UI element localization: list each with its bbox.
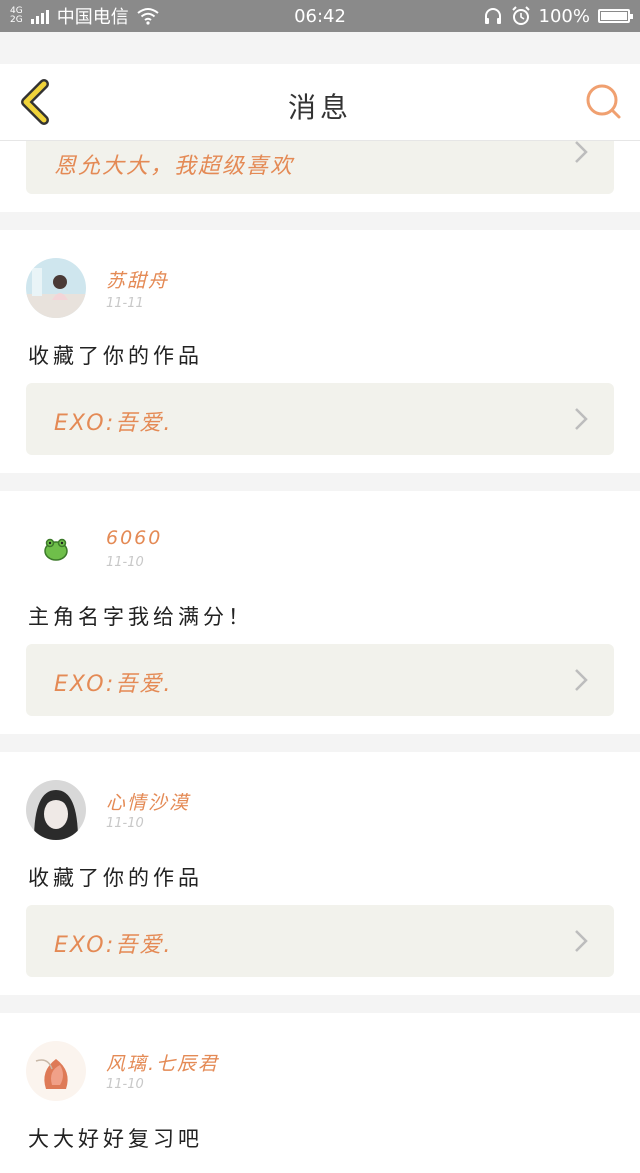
network-type-bottom: 2G [10,15,23,25]
chevron-right-icon [575,408,588,430]
page-title: 消息 [287,91,352,124]
message-card-partial: 恩允大大，我超级喜欢 [0,140,640,212]
status-bar-left: 4G 2G 中国电信 [10,3,159,29]
user-avatar[interactable] [26,258,86,318]
chevron-right-icon [575,669,588,691]
user-name[interactable]: 苏甜舟 [106,266,169,293]
work-reference-title: 恩允大大，我超级喜欢 [54,154,295,179]
alarm-icon [511,6,530,25]
carrier-name: 中国电信 [56,7,129,28]
message-content: 收藏了你的作品 [28,866,203,890]
work-reference-title: EXO:吾爱. [54,672,173,697]
signal-icon [30,8,49,24]
user-avatar[interactable] [26,1041,86,1101]
work-reference-title: EXO:吾爱. [54,933,173,958]
headphones-icon [484,8,501,24]
work-reference-link[interactable]: EXO:吾爱. [26,644,614,716]
user-name[interactable]: 心情沙漠 [106,788,190,815]
message-date: 11-11 [106,296,144,311]
message-card: 心情沙漠 11-10 收藏了你的作品 EXO:吾爱. [0,752,640,995]
work-reference-title: EXO:吾爱. [54,411,173,436]
header-bar: 消息 [0,64,640,141]
battery-percent: 100% [538,5,590,27]
message-card: 苏甜舟 11-11 收藏了你的作品 EXO:吾爱. [0,230,640,473]
message-card: 6060 11-10 主角名字我给满分！ EXO:吾爱. [0,491,640,734]
message-card: 风璃.七辰君 11-10 大大好好复习吧 [0,1013,640,1173]
work-reference-link[interactable]: 恩允大大，我超级喜欢 [26,140,614,194]
user-name[interactable]: 风璃.七辰君 [106,1049,219,1076]
work-reference-link[interactable]: EXO:吾爱. [26,383,614,455]
chevron-right-icon [575,930,588,952]
user-avatar[interactable] [26,780,86,840]
message-content: 收藏了你的作品 [28,344,203,368]
network-type: 4G 2G [10,7,23,25]
message-date: 11-10 [106,555,144,570]
user-avatar[interactable] [26,517,86,577]
message-date: 11-10 [106,1077,144,1092]
message-feed: 恩允大大，我超级喜欢 苏甜舟 11-11 收藏了你的作品 EXO:吾爱. 606… [0,140,640,1173]
message-content: 主角名字我给满分！ [28,605,253,629]
wifi-icon [137,8,159,25]
status-bar-right: 100% [483,5,633,27]
message-date: 11-10 [106,816,144,831]
status-bar: 4G 2G 中国电信 06:42 100% [0,0,640,32]
message-content: 大大好好复习吧 [28,1127,203,1151]
user-name[interactable]: 6060 [106,527,162,549]
work-reference-link[interactable]: EXO:吾爱. [26,905,614,977]
search-icon[interactable] [584,82,624,122]
chevron-right-icon [575,141,588,163]
battery-icon [598,9,633,23]
